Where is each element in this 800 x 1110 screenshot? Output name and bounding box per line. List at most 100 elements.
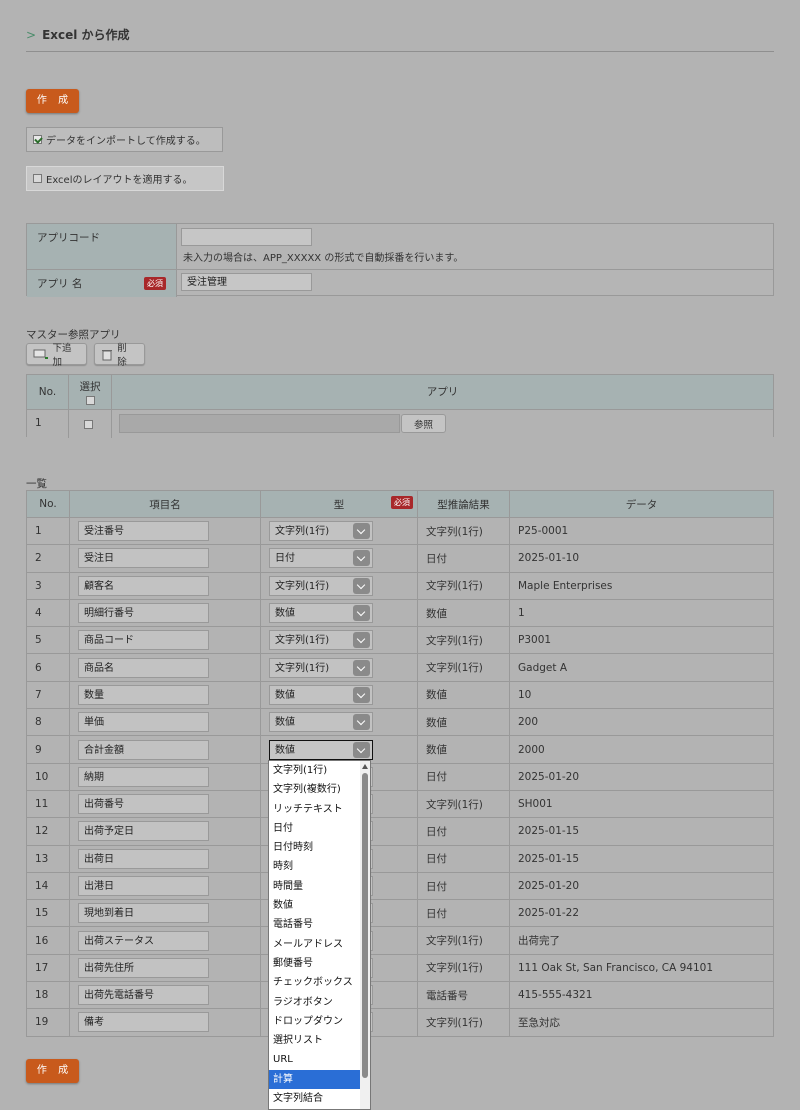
field-name-input[interactable]: 顧客名 <box>78 575 209 596</box>
field-name-input[interactable]: 商品コード <box>78 630 209 651</box>
master-app-input[interactable] <box>119 414 400 433</box>
field-type-select[interactable]: 文字列(1行) <box>269 575 373 596</box>
field-name-input[interactable]: 現地到着日 <box>78 903 209 924</box>
app-name-input[interactable]: 受注管理 <box>181 273 312 291</box>
dropdown-option[interactable]: 時刻 <box>269 857 360 876</box>
create-button-bottom[interactable]: 作 成 <box>26 1059 79 1083</box>
field-name-cell: 出荷先住所 <box>69 953 261 983</box>
field-type-select[interactable]: 数値 <box>269 603 373 624</box>
dropdown-option[interactable]: 選択リスト <box>269 1031 360 1050</box>
header-divider <box>26 51 774 52</box>
field-name-input[interactable]: 出荷先住所 <box>78 957 209 978</box>
add-below-label: 下追加 <box>52 343 72 368</box>
app-code-input[interactable] <box>181 228 312 246</box>
chevron-down-icon[interactable] <box>353 550 370 567</box>
chevron-down-icon[interactable] <box>353 686 370 703</box>
field-name-cell: 出荷ステータス <box>69 926 261 955</box>
field-name-input[interactable]: 受注日 <box>78 548 209 569</box>
chevron-down-icon[interactable] <box>353 714 370 731</box>
field-type-select[interactable]: 数値 <box>269 712 373 733</box>
field-name-input[interactable]: 出荷先電話番号 <box>78 985 209 1006</box>
col-header-name: 項目名 <box>69 490 261 518</box>
import-data-checkbox[interactable] <box>33 135 42 144</box>
scrollbar-thumb[interactable] <box>362 773 368 1078</box>
dropdown-option[interactable]: チェックボックス <box>269 973 360 992</box>
chevron-down-icon[interactable] <box>353 605 370 622</box>
field-type-select[interactable]: 文字列(1行) <box>269 657 373 678</box>
dropdown-option[interactable]: ラジオボタン <box>269 993 360 1012</box>
apply-layout-checkbox[interactable] <box>33 174 42 183</box>
dropdown-option[interactable]: 日付時刻 <box>269 838 360 857</box>
row-no: 17 <box>26 953 70 983</box>
add-row-icon <box>33 349 48 359</box>
dropdown-option[interactable]: 数値 <box>269 896 360 915</box>
field-name-input[interactable]: 納期 <box>78 766 209 787</box>
dropdown-option[interactable]: URL <box>269 1050 360 1069</box>
field-name-input[interactable]: 商品名 <box>78 657 209 678</box>
chevron-down-icon[interactable] <box>353 659 370 676</box>
field-name-input[interactable]: 数量 <box>78 684 209 705</box>
field-name-input[interactable]: 出荷ステータス <box>78 930 209 951</box>
data-cell: 2025-01-15 <box>509 817 774 846</box>
inferred-type-cell: 文字列(1行) <box>417 953 510 983</box>
type-dropdown-list[interactable]: 文字列(1行) 文字列(複数行) リッチテキスト 日付 日付時刻 時刻 時間量 数値 電話番号メ… <box>268 760 371 1110</box>
field-name-input[interactable]: 単価 <box>78 712 209 733</box>
dropdown-option[interactable]: 電話番号 <box>269 915 360 934</box>
field-name-input[interactable]: 出港日 <box>78 876 209 896</box>
row-no: 8 <box>26 708 70 737</box>
dropdown-option[interactable]: 時間量 <box>269 877 360 896</box>
dropdown-option[interactable]: 計算 <box>269 1069 360 1090</box>
dropdown-option[interactable]: 文字列(複数行) <box>269 780 360 799</box>
chevron-down-icon[interactable] <box>353 523 370 540</box>
field-type-select[interactable]: 数値 <box>269 739 373 760</box>
field-name-input[interactable]: 備考 <box>78 1012 209 1033</box>
ref-button[interactable]: 参照 <box>401 414 446 433</box>
field-name-input[interactable]: 出荷番号 <box>78 794 209 815</box>
field-name-input[interactable]: 出荷予定日 <box>78 821 209 842</box>
chevron-down-icon[interactable] <box>353 632 370 649</box>
field-type-select[interactable]: 日付 <box>269 548 373 569</box>
master-row-checkbox[interactable] <box>83 420 93 429</box>
table-row: 10納期日付日付2025-01-20 <box>26 762 774 791</box>
master-row-no: 1 <box>27 409 69 438</box>
row-no: 4 <box>26 598 70 628</box>
table-row: 2 受注日 日付 日付 2025-01-10 <box>26 544 774 573</box>
field-name-cell: 単価 <box>69 708 261 737</box>
dropdown-option[interactable]: 文字列(1行) <box>269 761 360 780</box>
row-no: 2 <box>26 544 70 573</box>
create-button[interactable]: 作 成 <box>26 89 79 113</box>
dropdown-option[interactable]: メールアドレス <box>269 935 360 954</box>
table-row: 9 合計金額 数値 数値 2000 <box>26 735 774 764</box>
chevron-down-icon[interactable] <box>353 741 370 758</box>
dropdown-option[interactable]: 日付 <box>269 819 360 838</box>
import-data-option[interactable]: データをインポートして作成する。 <box>26 127 223 152</box>
required-badge: 必須 <box>391 496 413 509</box>
field-type-select[interactable]: 文字列(1行) <box>269 521 373 542</box>
dropdown-option[interactable]: 郵便番号 <box>269 954 360 973</box>
app-settings-form: アプリコード アプリ 名 必須 未入力の場合は、APP_XXXXX の形式で自動… <box>26 223 774 297</box>
scroll-up-icon[interactable] <box>362 764 368 769</box>
chevron-down-icon[interactable] <box>353 577 370 594</box>
apply-layout-option[interactable]: Excelのレイアウトを適用する。 <box>26 166 224 191</box>
field-type-select[interactable]: 文字列(1行) <box>269 630 373 651</box>
field-list-table: No. 項目名 型 必須 型推論結果 データ 1 受注番号 文字列(1行) 文字列(1… <box>26 490 774 1037</box>
field-name-input[interactable]: 出荷日 <box>78 848 209 869</box>
field-type-value: 文字列(1行) <box>275 662 330 674</box>
col-header-type: 型 必須 <box>260 490 418 518</box>
delete-button[interactable]: 削 除 <box>94 343 145 368</box>
field-name-input[interactable]: 合計金額 <box>78 739 209 760</box>
data-cell: 1 <box>509 598 774 628</box>
dropdown-option[interactable]: 文字列結合 <box>269 1089 360 1108</box>
field-name-input[interactable]: 明細行番号 <box>78 603 209 624</box>
field-name-input[interactable]: 受注番号 <box>78 521 209 542</box>
field-type-select[interactable]: 数値 <box>269 684 373 705</box>
dropdown-scrollbar[interactable] <box>360 761 370 1109</box>
data-cell: 出荷完了 <box>509 926 774 955</box>
field-type-cell: 数値 <box>260 680 418 710</box>
dropdown-option[interactable]: ドロップダウン <box>269 1012 360 1031</box>
select-all-checkbox[interactable] <box>85 396 95 405</box>
row-no: 1 <box>26 516 70 546</box>
table-row: 13出荷日日付日付2025-01-15 <box>26 844 774 873</box>
add-below-button[interactable]: 下追加 <box>26 343 87 368</box>
dropdown-option[interactable]: リッチテキスト <box>269 800 360 819</box>
